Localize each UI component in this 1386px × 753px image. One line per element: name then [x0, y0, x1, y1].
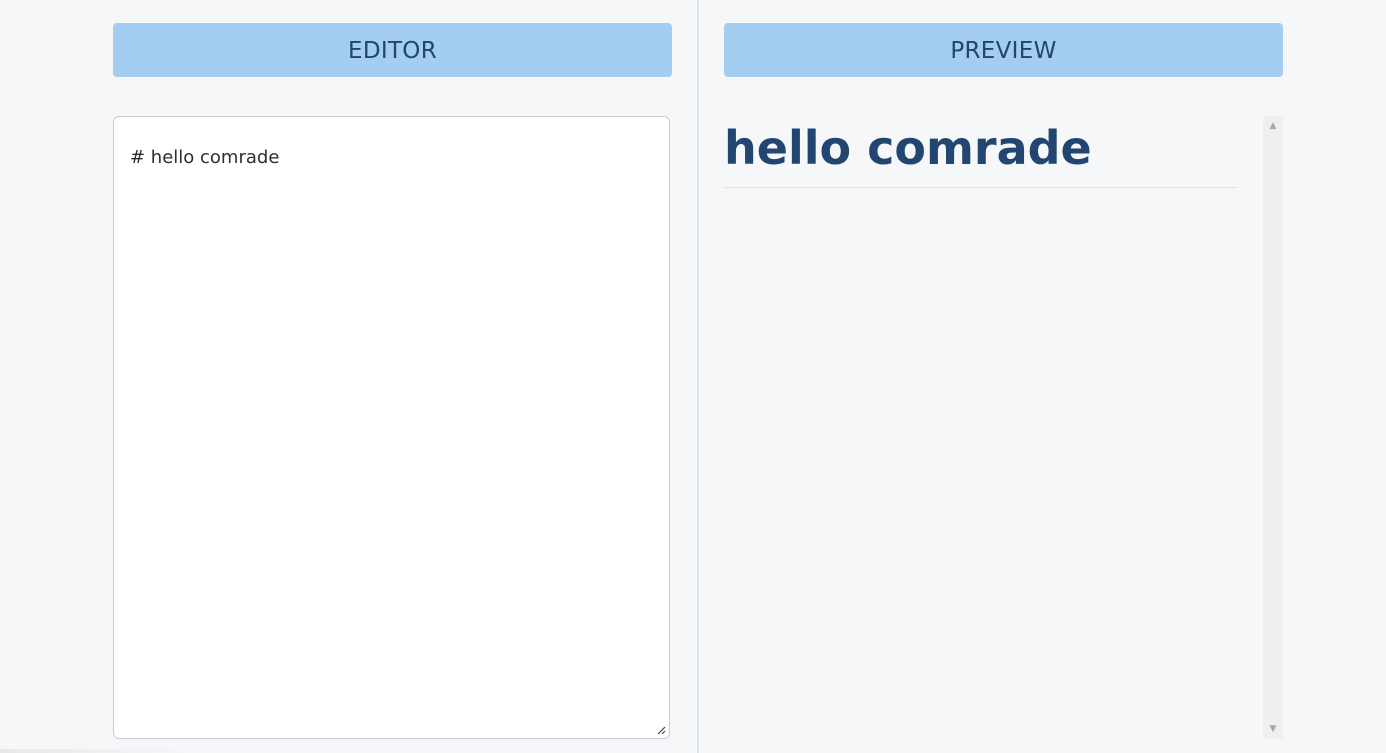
editor-textarea[interactable]: # hello comrade — [113, 116, 670, 739]
triangle-down-icon[interactable]: ▼ — [1263, 719, 1283, 739]
resize-handle-icon[interactable] — [656, 725, 666, 735]
markdown-previewer-app: EDITOR # hello comrade PREVIEW hello com… — [0, 0, 1386, 753]
editor-text-content[interactable]: # hello comrade — [130, 147, 279, 168]
preview-header: PREVIEW — [724, 23, 1283, 77]
preview-heading: hello comrade — [724, 121, 1092, 175]
preview-pane: hello comrade ▲ ▼ — [724, 116, 1283, 739]
preview-scrollbar[interactable]: ▲ ▼ — [1263, 116, 1283, 739]
pane-divider — [697, 0, 699, 753]
editor-header: EDITOR — [113, 23, 672, 77]
bottom-shadow — [0, 749, 200, 753]
heading-underline — [724, 187, 1237, 188]
triangle-up-icon[interactable]: ▲ — [1263, 116, 1283, 136]
